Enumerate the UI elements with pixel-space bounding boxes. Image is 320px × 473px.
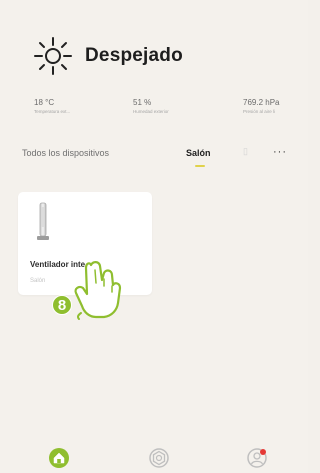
- pressure-metric: 769.2 hPa Presión al aire li: [243, 98, 304, 115]
- device-card[interactable]: Ventilador inte... Salón: [18, 192, 152, 295]
- active-tab-indicator: [195, 165, 205, 167]
- device-room: Salón: [30, 278, 46, 284]
- nav-scenes[interactable]: [148, 447, 170, 469]
- temperature-metric: 18 °C Temperatura ext...: [34, 98, 110, 115]
- profile-icon: [247, 448, 267, 468]
- home-icon: [49, 448, 69, 468]
- bottom-navigation: [0, 440, 308, 473]
- temperature-value: 18 °C: [34, 98, 55, 107]
- room-tabs: Todos los dispositivos Salón ▯ ···: [22, 146, 308, 178]
- tab-all-devices[interactable]: Todos los dispositivos: [22, 148, 109, 158]
- notification-dot: [260, 449, 266, 455]
- pressure-label: Presión al aire li: [243, 109, 276, 114]
- more-tabs-button[interactable]: ···: [273, 146, 287, 158]
- nav-profile[interactable]: [246, 447, 268, 469]
- scenes-icon: [149, 448, 169, 468]
- nav-home[interactable]: [48, 447, 70, 469]
- tab-salon[interactable]: Salón: [186, 148, 211, 158]
- humidity-value: 51 %: [133, 98, 152, 107]
- humidity-label: Humedad exterior: [133, 109, 169, 114]
- app-screen: Despejado 18 °C Temperatura ext... 51 % …: [0, 0, 308, 473]
- tower-fan-icon: [37, 202, 49, 240]
- weather-title: Despejado: [85, 45, 183, 66]
- weather-metrics: 18 °C Temperatura ext... 51 % Humedad ex…: [34, 98, 304, 124]
- pressure-value: 769.2 hPa: [243, 98, 280, 107]
- tutorial-step-badge: 8: [52, 295, 72, 315]
- faded-tab-icon[interactable]: ▯: [243, 146, 254, 157]
- sun-icon: [34, 37, 72, 75]
- weather-header: Despejado: [33, 28, 183, 84]
- humidity-metric: 51 % Humedad exterior: [133, 98, 217, 115]
- device-name: Ventilador inte...: [30, 260, 92, 269]
- temperature-label: Temperatura ext...: [34, 109, 71, 114]
